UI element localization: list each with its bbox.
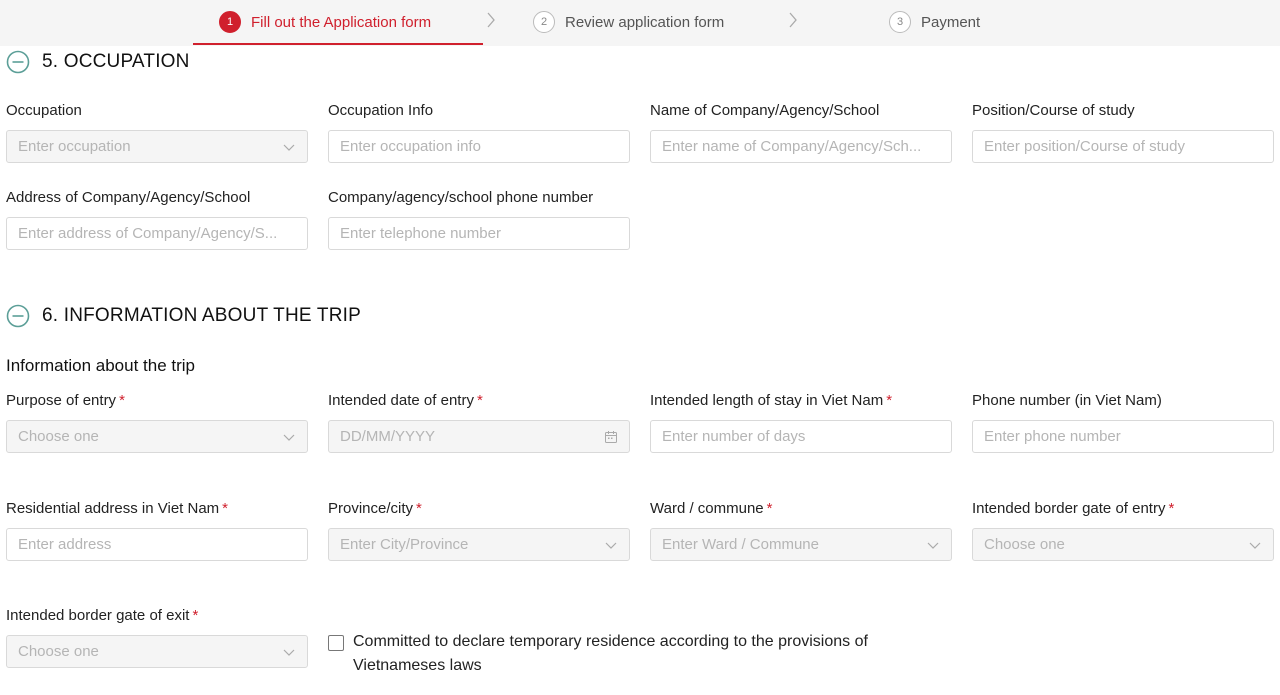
phone-vn-label: Phone number (in Viet Nam) xyxy=(972,392,1162,409)
occupation-info-label: Occupation Info xyxy=(328,102,434,119)
section-occupation-header: 5. OCCUPATION xyxy=(6,50,190,74)
section-trip-header: 6. INFORMATION ABOUT THE TRIP xyxy=(6,304,361,328)
commitment-label[interactable]: Committed to declare temporary residence… xyxy=(353,630,963,678)
calendar-icon xyxy=(605,430,617,443)
company-address-input[interactable] xyxy=(18,225,296,242)
position-label: Position/Course of study xyxy=(972,102,1135,119)
province-select[interactable]: Enter City/Province xyxy=(328,528,630,561)
company-phone-input[interactable] xyxy=(340,225,618,242)
commitment-checkbox[interactable] xyxy=(328,635,344,651)
ward-label: Ward / commune * xyxy=(650,500,773,517)
phone-vn-input[interactable] xyxy=(984,428,1262,445)
border-exit-select[interactable]: Choose one xyxy=(6,635,308,668)
step-payment[interactable]: 3 Payment xyxy=(889,0,980,44)
required-mark: * xyxy=(886,392,893,409)
required-mark: * xyxy=(476,392,483,409)
step-label: Fill out the Application form xyxy=(251,13,432,31)
progress-stepper: 1 Fill out the Application form 2 Review… xyxy=(0,0,1280,46)
company-phone-field xyxy=(328,217,630,250)
residential-address-field xyxy=(6,528,308,561)
step-number: 1 xyxy=(219,11,241,33)
company-name-input[interactable] xyxy=(662,138,940,155)
section-title: 5. OCCUPATION xyxy=(42,51,190,72)
residential-address-label: Residential address in Viet Nam * xyxy=(6,500,229,517)
phone-vn-field xyxy=(972,420,1274,453)
required-mark: * xyxy=(119,392,125,409)
company-address-label: Address of Company/Agency/School xyxy=(6,189,251,206)
purpose-select[interactable]: Choose one xyxy=(6,420,308,453)
ward-placeholder: Enter Ward / Commune xyxy=(662,536,819,553)
step-fill-form[interactable]: 1 Fill out the Application form xyxy=(219,0,431,44)
border-exit-placeholder: Choose one xyxy=(18,643,99,660)
active-step-underline xyxy=(193,43,483,45)
trip-subtitle: Information about the trip xyxy=(6,356,196,375)
step-review-form[interactable]: 2 Review application form xyxy=(533,0,724,44)
commitment-row: Committed to declare temporary residence… xyxy=(328,630,963,678)
collapse-minus-icon[interactable] xyxy=(6,304,30,328)
required-mark: * xyxy=(1168,500,1175,517)
purpose-placeholder: Choose one xyxy=(18,428,99,445)
collapse-minus-icon[interactable] xyxy=(6,50,30,74)
purpose-label: Purpose of entry * xyxy=(6,392,125,409)
occupation-placeholder: Enter occupation xyxy=(18,138,131,155)
occupation-info-input[interactable] xyxy=(340,138,618,155)
company-phone-label: Company/agency/school phone number xyxy=(328,189,594,206)
chevron-right-icon xyxy=(788,10,798,30)
chevron-down-icon xyxy=(283,649,295,656)
province-placeholder: Enter City/Province xyxy=(340,536,469,553)
required-mark: * xyxy=(766,500,773,517)
chevron-down-icon xyxy=(283,144,295,151)
position-input[interactable] xyxy=(984,138,1262,155)
length-of-stay-field xyxy=(650,420,952,453)
company-name-label: Name of Company/Agency/School xyxy=(650,102,880,119)
length-of-stay-input[interactable] xyxy=(662,428,940,445)
position-field xyxy=(972,130,1274,163)
chevron-down-icon xyxy=(283,434,295,441)
company-name-field xyxy=(650,130,952,163)
required-mark: * xyxy=(192,607,199,624)
required-mark: * xyxy=(222,500,229,517)
chevron-down-icon xyxy=(605,542,617,549)
border-entry-placeholder: Choose one xyxy=(984,536,1065,553)
step-label: Payment xyxy=(921,13,981,31)
border-exit-label: Intended border gate of exit * xyxy=(6,607,199,624)
entry-date-label: Intended date of entry * xyxy=(328,392,483,409)
chevron-right-icon xyxy=(486,10,496,30)
province-label: Province/city * xyxy=(328,500,422,517)
occupation-label: Occupation xyxy=(6,102,82,119)
occupation-select[interactable]: Enter occupation xyxy=(6,130,308,163)
ward-select[interactable]: Enter Ward / Commune xyxy=(650,528,952,561)
section-title: 6. INFORMATION ABOUT THE TRIP xyxy=(42,305,361,326)
length-of-stay-label: Intended length of stay in Viet Nam * xyxy=(650,392,893,409)
step-label: Review application form xyxy=(565,13,725,31)
step-number: 3 xyxy=(889,11,911,33)
chevron-down-icon xyxy=(1249,542,1261,549)
step-number: 2 xyxy=(533,11,555,33)
residential-address-input[interactable] xyxy=(18,536,296,553)
border-entry-select[interactable]: Choose one xyxy=(972,528,1274,561)
occupation-info-field xyxy=(328,130,630,163)
required-mark: * xyxy=(416,500,422,517)
entry-date-picker[interactable]: DD/MM/YYYY xyxy=(328,420,630,453)
entry-date-placeholder: DD/MM/YYYY xyxy=(340,428,436,445)
company-address-field xyxy=(6,217,308,250)
border-entry-label: Intended border gate of entry * xyxy=(972,500,1175,517)
chevron-down-icon xyxy=(927,542,939,549)
